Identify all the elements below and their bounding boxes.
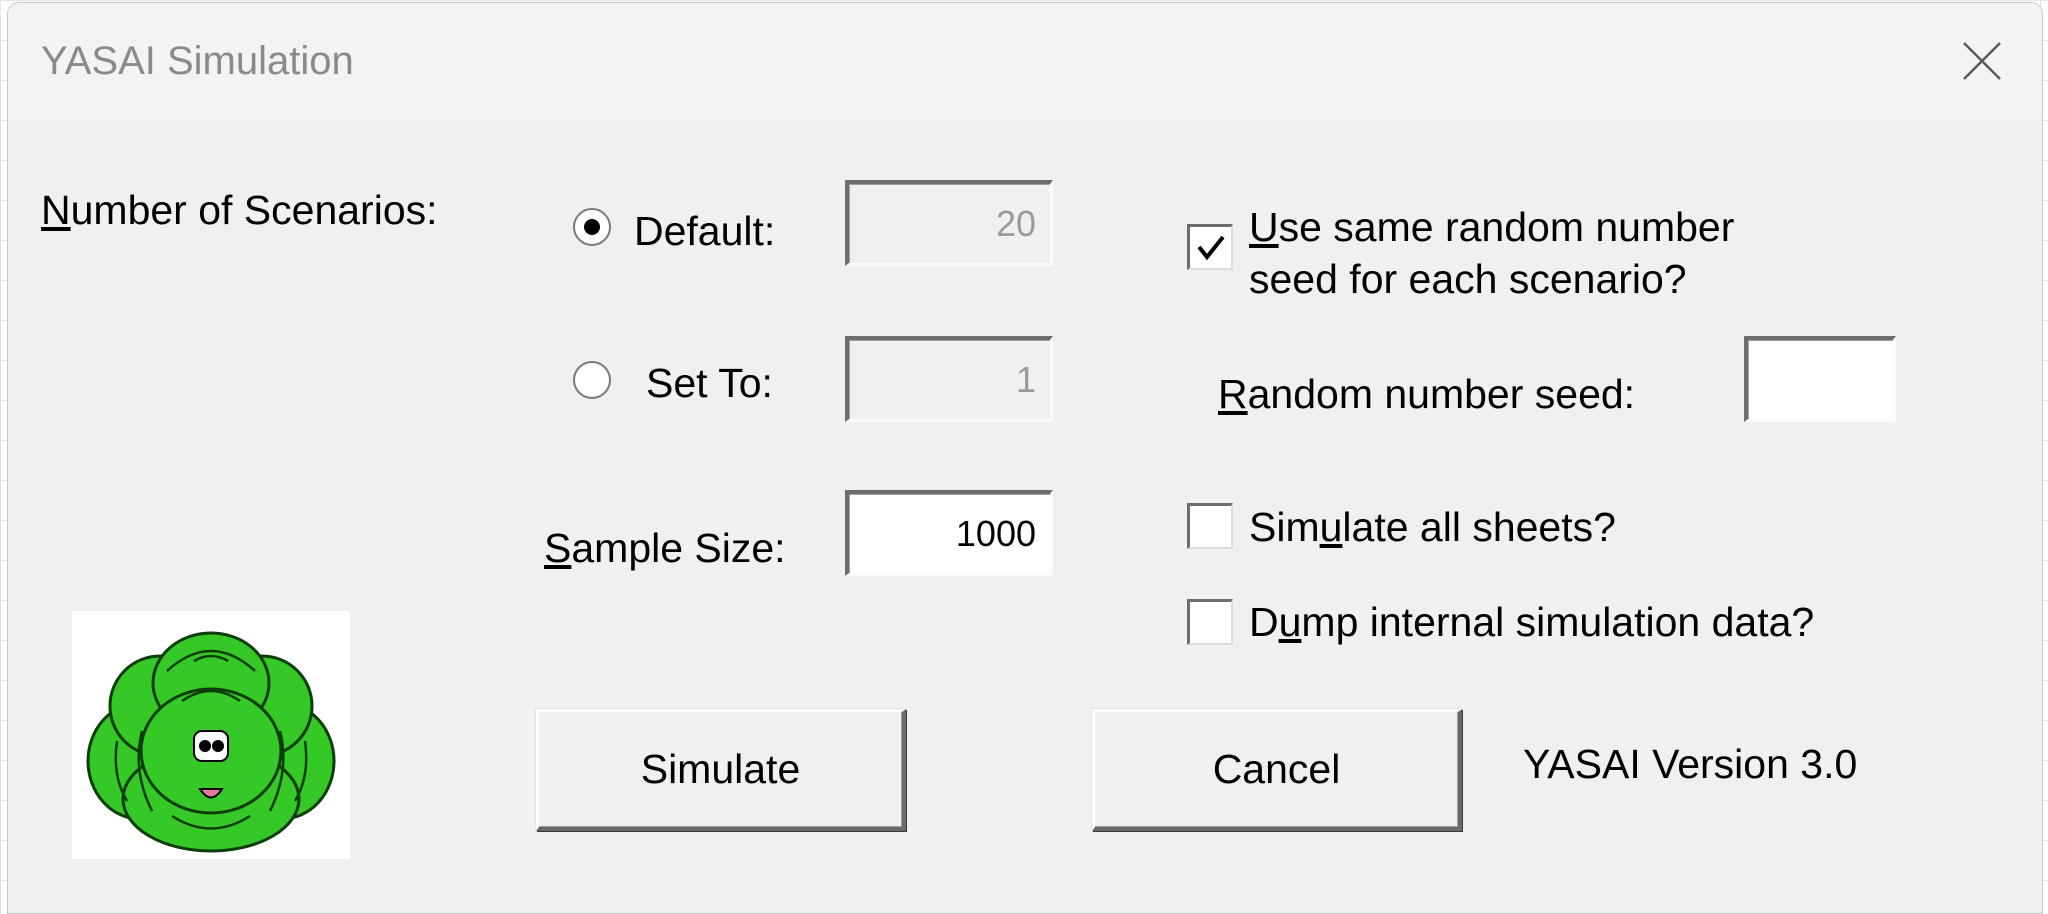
number-of-scenarios-text: umber of Scenarios: [70, 187, 438, 233]
number-of-scenarios-label: Number of Scenarios: [41, 187, 438, 234]
sample-size-field[interactable]: 1000 [845, 490, 1053, 576]
default-scenarios-field[interactable]: 20 [845, 180, 1053, 266]
default-label: Default: [634, 208, 776, 254]
title-bar[interactable]: YASAI Simulation [8, 3, 2042, 119]
lettuce-logo-icon [72, 611, 350, 859]
same-seed-label-line2: seed for each scenario? [1249, 256, 1687, 302]
same-seed-label[interactable]: Use same random number seed for each sce… [1249, 201, 1734, 305]
version-text: YASAI Version 3.0 [1523, 741, 1858, 787]
set-to-radio[interactable] [573, 361, 611, 399]
random-seed-mnemonic: R [1218, 371, 1248, 417]
same-seed-checkbox[interactable] [1187, 224, 1233, 270]
close-icon [1963, 42, 2001, 80]
simulate-button[interactable]: Simulate [536, 709, 906, 831]
random-seed-field[interactable] [1744, 336, 1896, 422]
sample-size-text: ample Size: [571, 525, 786, 571]
sample-size-label: Sample Size: [544, 525, 786, 572]
set-to-label: Set To: [646, 360, 773, 406]
simulate-all-sheets-checkbox[interactable] [1187, 503, 1233, 549]
set-to-scenarios-field[interactable]: 1 [845, 336, 1053, 422]
dump-data-label[interactable]: Dump internal simulation data? [1249, 599, 1814, 646]
dump-data-checkbox[interactable] [1187, 599, 1233, 645]
simulate-all-sheets-label[interactable]: Simulate all sheets? [1249, 504, 1616, 551]
random-seed-label: Random number seed: [1218, 371, 1635, 418]
yasai-simulation-dialog: YASAI Simulation Number of Scenarios: De… [7, 2, 2043, 914]
default-radio[interactable] [573, 208, 611, 246]
check-mark-icon [1197, 235, 1225, 261]
close-button[interactable] [1922, 3, 2042, 119]
simulate-button-label: Simulate [640, 746, 801, 792]
cancel-button-label: Cancel [1212, 746, 1341, 792]
radio-selected-dot [584, 219, 600, 235]
cancel-button[interactable]: Cancel [1092, 709, 1462, 831]
number-of-scenarios-mnemonic: N [41, 187, 71, 233]
sample-size-mnemonic: S [544, 525, 572, 571]
same-seed-label-line1: Use same random number [1249, 204, 1735, 250]
window-title: YASAI Simulation [41, 39, 354, 83]
random-seed-text: andom number seed: [1247, 371, 1636, 417]
